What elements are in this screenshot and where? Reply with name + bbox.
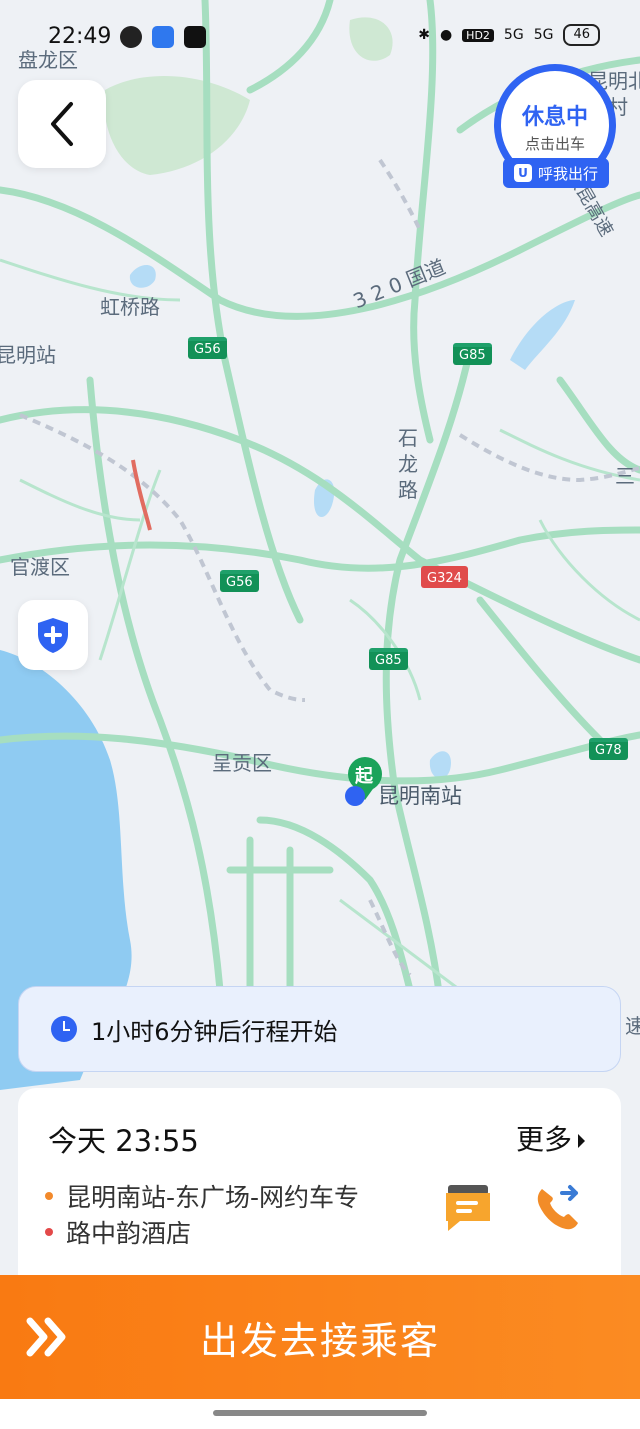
- status-right: ✱ ● HD2 5G 5G 46: [418, 24, 600, 46]
- battery-icon: 46: [563, 24, 600, 46]
- rest-status-subtitle: 点击出车: [524, 135, 585, 153]
- depart-pickup-button[interactable]: 出发去接乘客: [0, 1275, 640, 1399]
- dropoff-dot-icon: [45, 1228, 53, 1236]
- pickup-dot-icon: [45, 1192, 53, 1200]
- safety-button[interactable]: [18, 600, 88, 670]
- map-label-edge-san: 三: [615, 464, 635, 488]
- road-shield-g78: G78: [589, 738, 628, 760]
- bluetooth-icon: ✱: [418, 27, 430, 43]
- map-label-chenggong: 呈贡区: [212, 751, 272, 775]
- map-label-hongqiao: 虹桥路: [100, 295, 160, 319]
- order-card[interactable]: 今天 23:55 更多 昆明南站-东广场-网约车专 路中韵酒店: [18, 1088, 621, 1288]
- status-bar: 22:49 ✱ ● HD2 5G 5G 46: [0, 0, 640, 70]
- safety-shield-icon: [38, 618, 68, 653]
- order-time: 今天 23:55: [48, 1124, 199, 1158]
- message-button[interactable]: [442, 1183, 494, 1235]
- map-label-kunming-station: 昆明站: [0, 343, 56, 367]
- status-app-icons: [120, 26, 206, 48]
- road-shield-g85-2: G85: [369, 648, 408, 670]
- chevron-left-icon: [51, 102, 73, 146]
- map-label-edge-su: 速: [625, 1014, 640, 1038]
- map-label-guandu: 官渡区: [10, 555, 70, 579]
- app-icon: [152, 26, 174, 48]
- call-passenger-button[interactable]: [532, 1183, 584, 1235]
- call-me-icon: U: [513, 164, 532, 182]
- road-shield-g56-2: G56: [220, 570, 259, 592]
- tiktok-icon: [184, 26, 206, 48]
- map-label-shilong: 石龙路: [398, 426, 418, 502]
- road-shield-g85: G85: [453, 343, 492, 365]
- location-icon: ●: [439, 27, 453, 43]
- more-label: 更多: [515, 1123, 572, 1156]
- start-marker-label: 起: [355, 766, 373, 787]
- call-me-tag[interactable]: U 呼我出行: [503, 158, 609, 188]
- phone-icon: [537, 1185, 578, 1230]
- message-icon: [446, 1185, 490, 1231]
- dropoff-address: 路中韵酒店: [66, 1219, 192, 1248]
- map-label-kunming-south: 昆明南站: [378, 784, 462, 808]
- signal-5g-icon-2: 5G: [533, 27, 554, 43]
- double-chevron-right-icon: [26, 1317, 66, 1357]
- call-me-label: 呼我出行: [537, 164, 598, 183]
- depart-label: 出发去接乘客: [199, 1318, 440, 1363]
- back-button[interactable]: [18, 80, 106, 168]
- trip-start-text: 1小时6分钟后行程开始: [91, 1017, 338, 1046]
- road-shield-g324: G324: [421, 566, 468, 588]
- more-button[interactable]: 更多: [516, 1118, 585, 1158]
- rest-status-title: 休息中: [521, 105, 588, 130]
- map-label-panlong: 盘龙区: [18, 48, 78, 72]
- signal-5g-icon: 5G: [503, 27, 524, 43]
- caret-right-icon: [578, 1134, 585, 1148]
- clock-icon: [51, 1016, 77, 1042]
- road-shield-g56: G56: [188, 337, 227, 359]
- pickup-address: 昆明南站-东广场-网约车专: [66, 1183, 360, 1212]
- home-indicator[interactable]: [213, 1410, 427, 1416]
- wechat-icon: [120, 26, 142, 48]
- trip-start-notice: 1小时6分钟后行程开始: [18, 986, 621, 1072]
- hd-icon: HD2: [462, 28, 494, 42]
